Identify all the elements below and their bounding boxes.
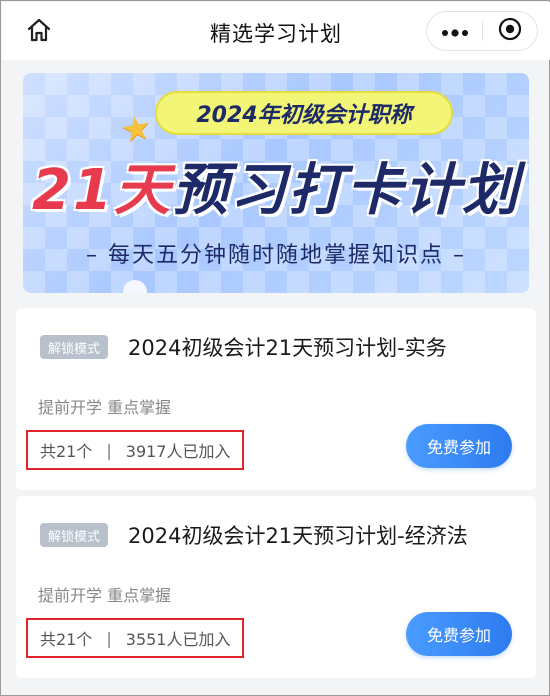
more-dots-icon: [441, 22, 469, 41]
app-frame: 精选学习计划 ★ 2024年初级会计职称 21天预习打卡计划 – 每天五分钟随时…: [0, 0, 550, 696]
top-bar: 精选学习计划: [2, 2, 550, 60]
joined-count: 3551人已加入: [125, 630, 231, 649]
plan-subtitle: 提前开学 重点掌握: [38, 586, 172, 605]
stats-separator: |: [106, 628, 112, 648]
banner-headline: 21天预习打卡计划: [23, 145, 529, 226]
banner-subline: – 每天五分钟随时随地掌握知识点 –: [86, 243, 466, 268]
stats-separator: |: [106, 440, 112, 460]
plan-card[interactable]: 解锁模式 2024初级会计21天预习计划-实务 提前开学 重点掌握 共21个 |…: [16, 308, 536, 490]
lesson-count: 共21个: [40, 442, 93, 461]
mini-program-capsule: [426, 11, 538, 51]
close-button[interactable]: [483, 11, 537, 51]
unlock-mode-tag: 解锁模式: [40, 523, 109, 547]
unlock-mode-tag: 解锁模式: [40, 335, 109, 359]
plan-stats: 共21个 | 3917人已加入: [26, 430, 244, 470]
lesson-count: 共21个: [40, 630, 93, 649]
free-join-button[interactable]: 免费参加: [406, 424, 512, 468]
free-join-button[interactable]: 免费参加: [406, 612, 512, 656]
target-circle-icon: [498, 17, 522, 45]
plan-subtitle: 提前开学 重点掌握: [38, 398, 172, 417]
banner-headline-accent: 21天: [32, 158, 172, 223]
banner-headline-rest: 预习打卡计划: [171, 158, 520, 223]
more-button[interactable]: [427, 11, 482, 51]
plan-card[interactable]: 解锁模式 2024初级会计21天预习计划-经济法 提前开学 重点掌握 共21个 …: [16, 496, 536, 678]
banner-pill: 2024年初级会计职称: [155, 91, 453, 135]
plan-title: 2024初级会计21天预习计划-实务: [128, 336, 447, 360]
plan-title: 2024初级会计21天预习计划-经济法: [128, 524, 468, 548]
promo-banner[interactable]: ★ 2024年初级会计职称 21天预习打卡计划 – 每天五分钟随时随地掌握知识点…: [23, 73, 529, 293]
joined-count: 3917人已加入: [125, 442, 231, 461]
plan-stats: 共21个 | 3551人已加入: [26, 618, 244, 658]
